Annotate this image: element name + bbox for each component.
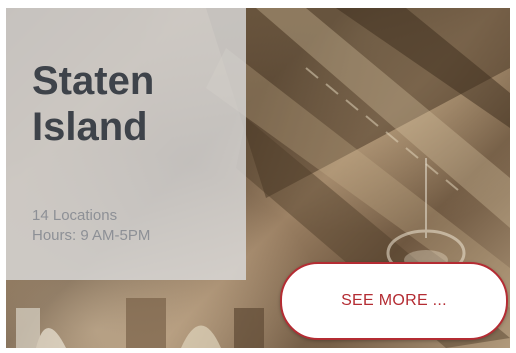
hours-text: Hours: 9 AM-5PM [32, 227, 151, 244]
location-title: Staten Island [32, 58, 232, 150]
location-card[interactable]: Staten Island 14 Locations Hours: 9 AM-5… [6, 8, 510, 348]
location-meta: 14 Locations Hours: 9 AM-5PM [32, 206, 150, 246]
location-title-line2: Island [32, 105, 148, 149]
location-title-line1: Staten [32, 59, 155, 103]
locations-count: 14 Locations [32, 207, 118, 224]
info-panel: Staten Island 14 Locations Hours: 9 AM-5… [6, 8, 246, 280]
see-more-label: SEE MORE ... [341, 292, 447, 309]
see-more-button[interactable]: SEE MORE ... [280, 262, 508, 340]
